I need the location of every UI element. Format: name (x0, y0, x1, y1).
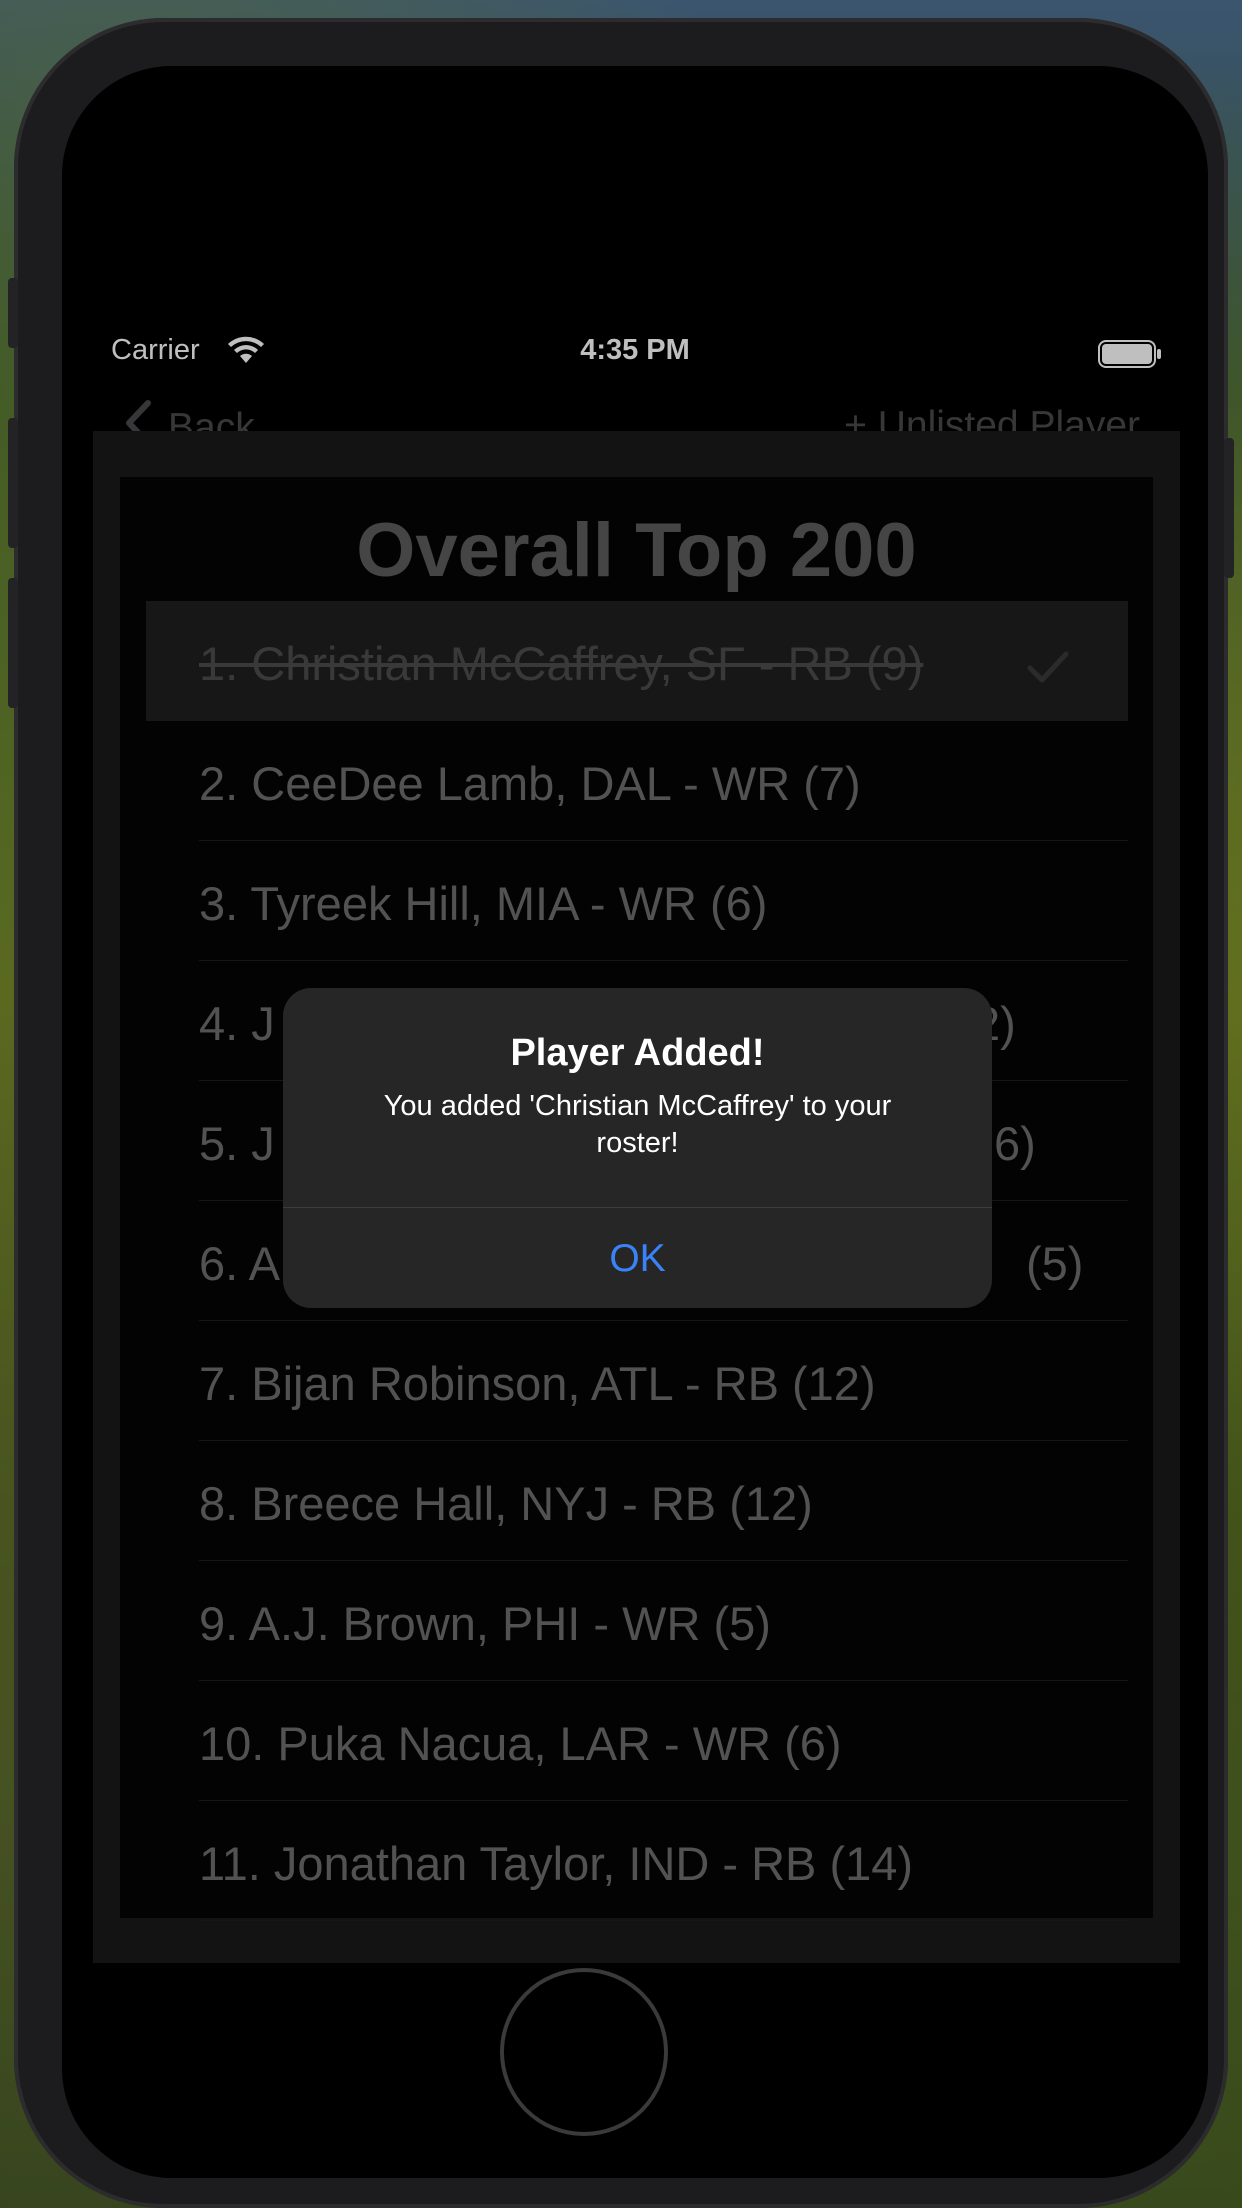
mute-switch (8, 278, 18, 348)
power-button (1224, 438, 1234, 578)
alert-message: You added 'Christian McCaffrey' to your … (383, 1090, 892, 1159)
player-added-alert: Player Added! You added 'Christian McCaf… (283, 988, 992, 1308)
ok-button[interactable]: OK (283, 1210, 992, 1308)
home-button[interactable] (500, 1968, 668, 2136)
phone-screen: Carrier 4:35 PM Back + Unlisted Player O… (62, 66, 1208, 2178)
volume-up-button (8, 418, 18, 548)
phone-frame: Carrier 4:35 PM Back + Unlisted Player O… (8, 18, 1234, 2208)
volume-down-button (8, 578, 18, 708)
alert-divider (283, 1207, 992, 1208)
alert-title: Player Added! (510, 1032, 765, 1074)
desktop-background: Carrier 4:35 PM Back + Unlisted Player O… (0, 0, 1242, 2208)
